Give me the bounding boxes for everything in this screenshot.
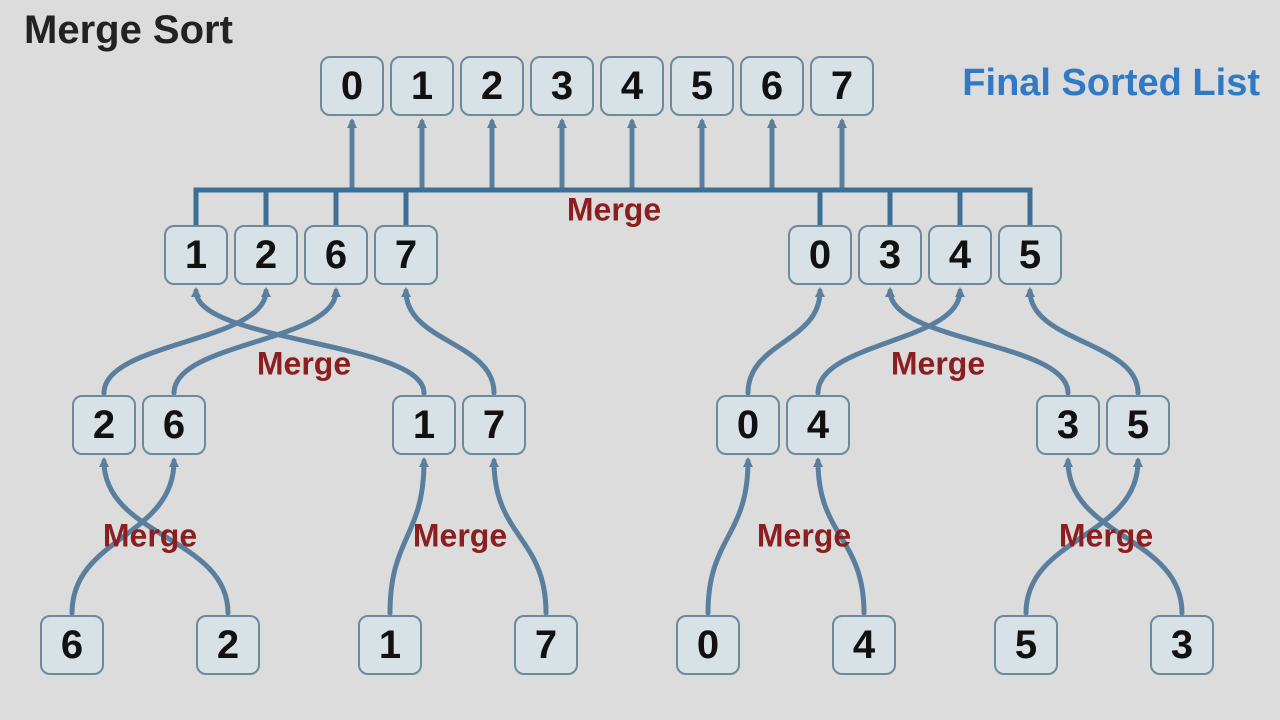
diagram-stage: Merge Sort Final Sorted List Merge Merge… — [0, 0, 1280, 720]
page-title: Merge Sort — [24, 8, 233, 53]
cell: 4 — [600, 56, 664, 116]
cell: 1 — [392, 395, 456, 455]
cell: 2 — [234, 225, 298, 285]
cell: 3 — [1036, 395, 1100, 455]
cell: 4 — [786, 395, 850, 455]
cell: 5 — [1106, 395, 1170, 455]
final-sorted-label: Final Sorted List — [962, 62, 1260, 105]
cell: 7 — [514, 615, 578, 675]
cell: 0 — [320, 56, 384, 116]
cell: 1 — [390, 56, 454, 116]
cell: 6 — [40, 615, 104, 675]
cell: 2 — [72, 395, 136, 455]
cell: 0 — [788, 225, 852, 285]
cell: 7 — [374, 225, 438, 285]
cell: 6 — [142, 395, 206, 455]
cell: 2 — [196, 615, 260, 675]
cell: 3 — [1150, 615, 1214, 675]
cell: 3 — [858, 225, 922, 285]
cell: 1 — [358, 615, 422, 675]
merge-label-mid-right: Merge — [891, 346, 985, 383]
cell: 0 — [676, 615, 740, 675]
cell: 7 — [810, 56, 874, 116]
cell: 3 — [530, 56, 594, 116]
cell: 4 — [832, 615, 896, 675]
cell: 6 — [740, 56, 804, 116]
cell: 0 — [716, 395, 780, 455]
merge-label-bot-1: Merge — [103, 518, 197, 555]
cell: 5 — [998, 225, 1062, 285]
cell: 5 — [994, 615, 1058, 675]
cell: 7 — [462, 395, 526, 455]
cell: 4 — [928, 225, 992, 285]
merge-label-bot-3: Merge — [757, 518, 851, 555]
merge-label-bot-2: Merge — [413, 518, 507, 555]
merge-label-top: Merge — [567, 192, 661, 229]
cell: 6 — [304, 225, 368, 285]
cell: 2 — [460, 56, 524, 116]
merge-label-bot-4: Merge — [1059, 518, 1153, 555]
merge-label-mid-left: Merge — [257, 346, 351, 383]
cell: 5 — [670, 56, 734, 116]
cell: 1 — [164, 225, 228, 285]
